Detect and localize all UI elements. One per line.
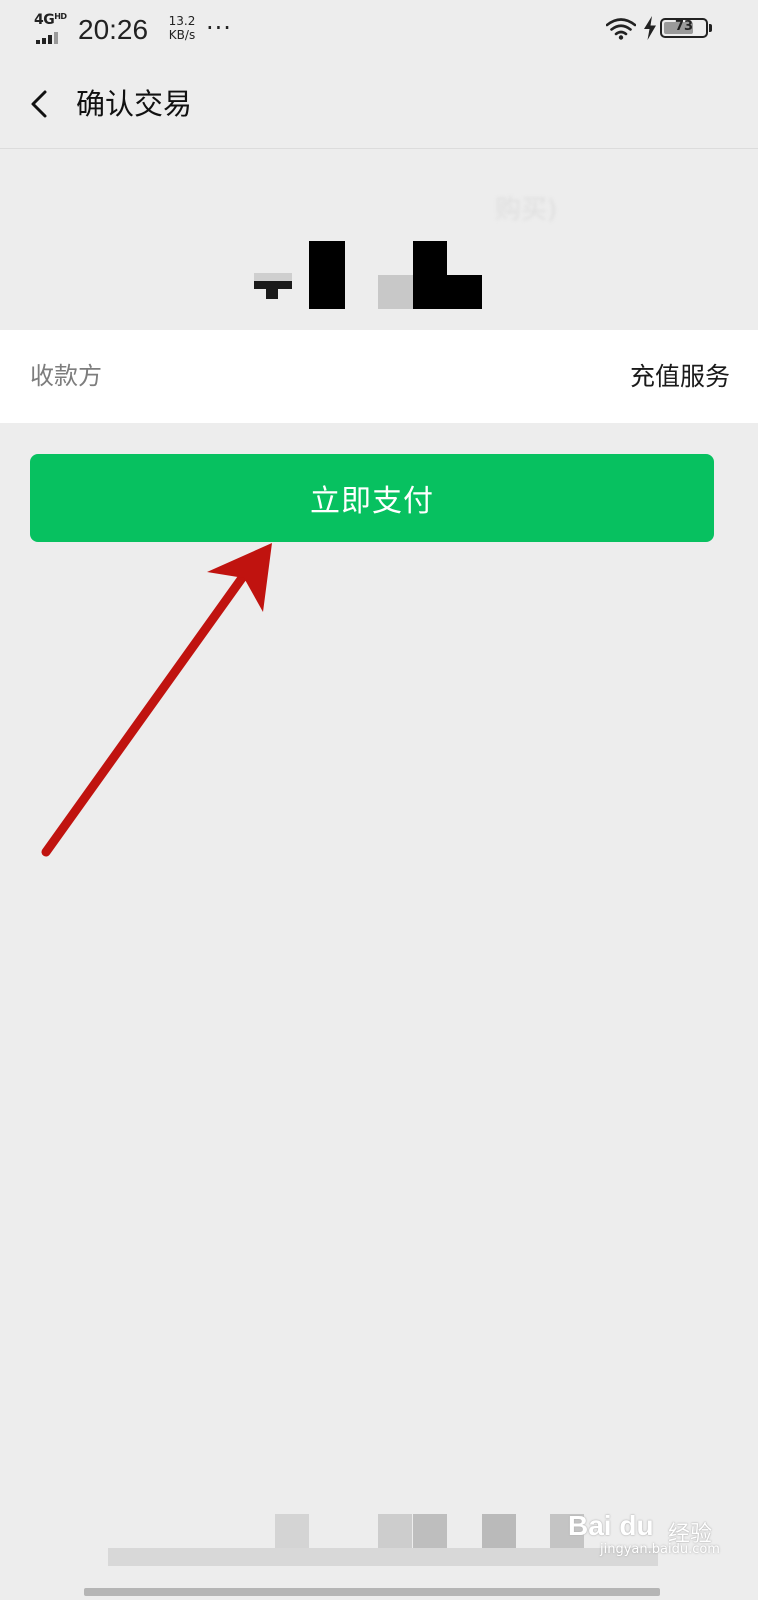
product-name: 购买) [0,189,758,226]
payee-row: 收款方 充值服务 [0,330,758,423]
watermark-url: jingyan.baidu.com [600,1542,720,1557]
watermark: Bai du 经验 jingyan.baidu.com [568,1506,748,1562]
network-speed: 13.2 KB/s [162,14,202,42]
clock: 20:26 [78,14,149,45]
order-summary: 购买) [0,149,758,329]
home-indicator [84,1588,660,1596]
arrow-head [207,543,272,612]
payee-label: 收款方 [30,362,102,390]
more-notifications-icon: ··· [206,14,232,42]
status-bar: 4GHD 20:26 13.2 KB/s ··· 73 [0,0,758,62]
chevron-left-icon [31,90,47,118]
network-speed-value: 13.2 [168,14,196,28]
network-hd: HD [54,12,67,21]
page-title: 确认交易 [76,87,193,121]
arrow-shaft [41,573,247,857]
amount-redaction [0,229,758,309]
watermark-brand: Bai du [568,1510,654,1541]
back-button[interactable] [18,82,62,126]
navigation-bar: 确认交易 [0,62,758,149]
cellular-signal-icon: 4GHD [34,12,70,44]
battery-icon: 73 [660,18,712,38]
pay-now-button[interactable]: 立即支付 [30,454,714,542]
network-speed-unit: KB/s [168,28,196,42]
battery-level: 73 [674,19,694,34]
wifi-icon [606,18,636,40]
network-type: 4G [34,12,55,28]
payee-value: 充值服务 [629,362,730,391]
charging-bolt-icon [644,16,656,40]
product-name-partial: 购买) [495,195,558,225]
